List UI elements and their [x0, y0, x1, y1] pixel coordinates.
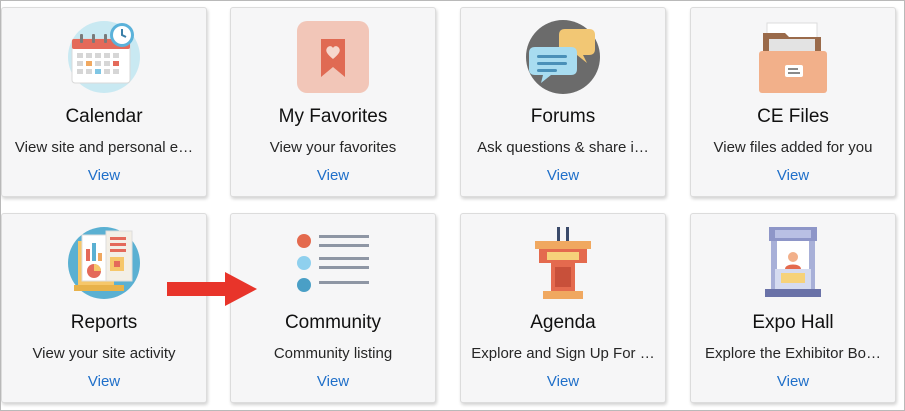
card-title: Expo Hall [752, 312, 834, 333]
card-my-favorites[interactable]: My Favorites View your favorites View [230, 7, 436, 197]
card-title: Calendar [65, 106, 143, 127]
card-title: Agenda [530, 312, 596, 333]
card-title: Forums [530, 106, 596, 127]
view-link[interactable]: View [2, 167, 206, 184]
view-link[interactable]: View [691, 167, 895, 184]
report-charts-icon [66, 225, 142, 301]
card-description: View your favorites [269, 139, 397, 156]
list-icon [295, 225, 371, 301]
view-link[interactable]: View [691, 373, 895, 390]
booth-icon [755, 225, 831, 301]
card-title: My Favorites [278, 106, 388, 127]
card-title: Reports [70, 312, 138, 333]
card-title: CE Files [757, 106, 829, 127]
card-forums[interactable]: Forums Ask questions & share i… View [460, 7, 666, 197]
card-description: Explore and Sign Up For … [471, 345, 655, 362]
card-community[interactable]: Community Community listing View [230, 213, 436, 403]
file-drawer-icon [755, 19, 831, 95]
card-description: View your site activity [32, 345, 176, 362]
view-link[interactable]: View [231, 167, 435, 184]
card-title: Community [284, 312, 382, 333]
chat-bubbles-icon [525, 19, 601, 95]
view-link[interactable]: View [2, 373, 206, 390]
podium-icon [525, 225, 601, 301]
card-description: Ask questions & share i… [477, 139, 649, 156]
card-description: View files added for you [713, 139, 873, 156]
card-description: View site and personal e… [14, 139, 194, 156]
red-arrow-annotation [167, 272, 257, 306]
card-description: Community listing [273, 345, 393, 362]
view-link[interactable]: View [231, 373, 435, 390]
card-expo-hall[interactable]: Expo Hall Explore the Exhibitor Bo… View [690, 213, 896, 403]
calendar-icon [66, 19, 142, 95]
card-calendar[interactable]: Calendar View site and personal e… View [1, 7, 207, 197]
card-agenda[interactable]: Agenda Explore and Sign Up For … View [460, 213, 666, 403]
card-grid: Calendar View site and personal e… View … [0, 0, 905, 411]
view-link[interactable]: View [461, 167, 665, 184]
card-ce-files[interactable]: CE Files View files added for you View [690, 7, 896, 197]
card-description: Explore the Exhibitor Bo… [705, 345, 881, 362]
bookmark-heart-icon [295, 19, 371, 95]
card-reports[interactable]: Reports View your site activity View [1, 213, 207, 403]
view-link[interactable]: View [461, 373, 665, 390]
